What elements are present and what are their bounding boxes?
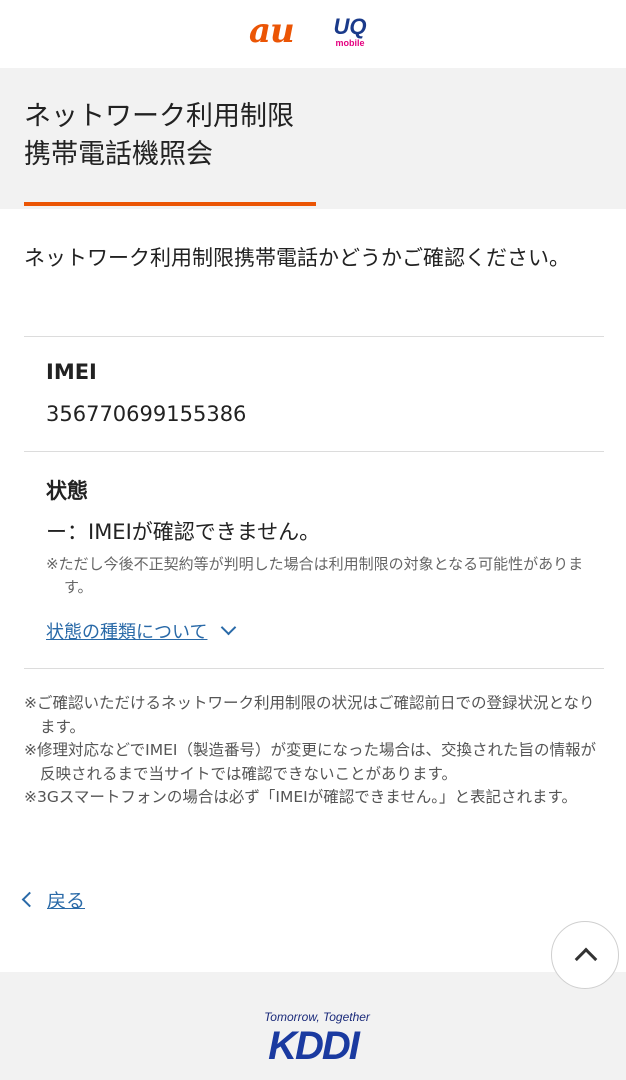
kddi-logo[interactable]: KDDI <box>0 1024 626 1068</box>
back-link-label: 戻る <box>47 890 86 912</box>
uq-mobile-logo[interactable]: UQ mobile <box>328 14 372 49</box>
status-types-link[interactable]: 状態の種類について <box>46 618 237 644</box>
page-title: ネットワーク利用制限 携帯電話機照会 <box>24 98 294 174</box>
note-item: ※修理対応などでIMEI（製造番号）が変更になった場合は、交換された旨の情報が反… <box>24 741 596 783</box>
page-title-line1: ネットワーク利用制限 <box>24 101 294 132</box>
title-underline <box>24 202 316 206</box>
scroll-to-top-button[interactable] <box>551 921 619 989</box>
site-footer: Tomorrow, Together KDDI <box>0 972 626 1080</box>
back-link[interactable]: 戻る <box>21 886 86 913</box>
status-value: ー：IMEIが確認できません。 <box>46 520 321 544</box>
status-label: 状態 <box>46 479 88 503</box>
site-header: au UQ mobile <box>0 0 626 68</box>
uq-logo-text: UQ <box>333 14 367 39</box>
divider <box>24 668 604 669</box>
note-item: ※3Gスマートフォンの場合は必ず「IMEIが確認できません。」と表記されます。 <box>24 788 577 806</box>
intro-text: ネットワーク利用制限携帯電話かどうかご確認ください。 <box>24 246 570 270</box>
divider <box>24 451 604 452</box>
uq-logo-subtext: mobile <box>335 38 365 48</box>
imei-value: 356770699155386 <box>46 402 247 426</box>
page-title-line2: 携帯電話機照会 <box>24 139 213 170</box>
status-note: ※ただし今後不正契約等が判明した場合は利用制限の対象となる可能性があります。 <box>46 555 584 596</box>
status-types-link-label: 状態の種類について <box>46 622 208 643</box>
title-band: ネットワーク利用制限 携帯電話機照会 <box>0 68 626 209</box>
au-logo[interactable]: au <box>249 14 295 48</box>
notes-list: ※ご確認いただけるネットワーク利用制限の状況はご確認前日での登録状況となります。… <box>24 692 604 810</box>
chevron-up-icon <box>574 947 598 971</box>
divider <box>24 336 604 337</box>
footer-tagline: Tomorrow, Together <box>264 1010 370 1024</box>
chevron-left-icon <box>21 891 38 908</box>
note-item: ※ご確認いただけるネットワーク利用制限の状況はご確認前日での登録状況となります。 <box>24 694 595 736</box>
imei-label: IMEI <box>46 360 97 384</box>
chevron-down-icon <box>221 619 237 636</box>
